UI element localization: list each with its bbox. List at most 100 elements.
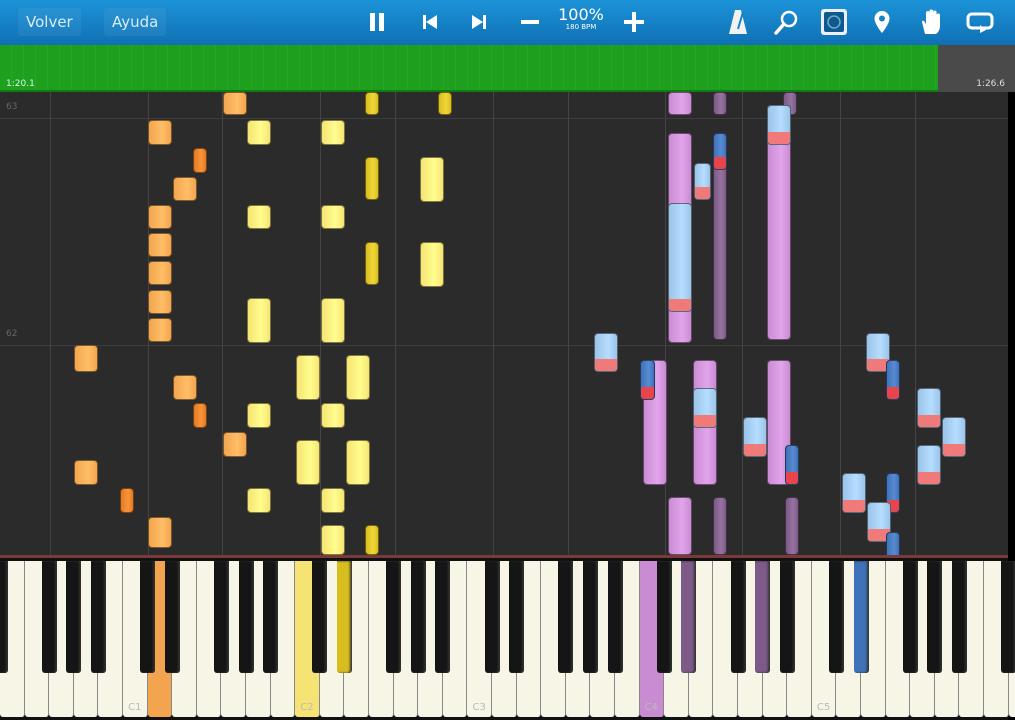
plus-icon[interactable] xyxy=(618,6,650,38)
falling-note xyxy=(173,375,197,400)
skip-forward-icon[interactable] xyxy=(463,6,495,38)
falling-note xyxy=(594,333,618,372)
falling-note xyxy=(247,120,271,145)
black-key-g-sharp5[interactable] xyxy=(927,561,943,673)
falling-note xyxy=(693,388,717,428)
black-key-d-sharp2[interactable] xyxy=(336,561,352,673)
black-key-d-sharp0[interactable] xyxy=(0,561,8,673)
falling-note xyxy=(420,157,444,202)
falling-note xyxy=(296,440,320,485)
end-time: 1:26.6 xyxy=(976,79,1005,89)
falling-note xyxy=(365,525,379,555)
piano-keyboard[interactable]: C1 C2 C3 C4 C5 xyxy=(0,555,1015,720)
falling-note xyxy=(713,133,727,170)
note-tail xyxy=(887,387,899,399)
black-key-a-sharp5[interactable] xyxy=(951,561,967,673)
falling-note xyxy=(193,403,207,428)
black-key-c-sharp6[interactable] xyxy=(1001,561,1015,673)
falling-note xyxy=(148,205,172,229)
black-key-a-sharp1[interactable] xyxy=(263,561,279,673)
black-key-c-sharp1[interactable] xyxy=(140,561,156,673)
falling-note xyxy=(321,403,345,428)
falling-note xyxy=(247,298,271,343)
tempo-bpm: 180 BPM xyxy=(565,23,597,31)
loop-icon[interactable] xyxy=(964,6,996,38)
toolbar: Volver Ayuda 100% 180 BPM xyxy=(0,0,1015,45)
falling-note xyxy=(247,205,271,229)
timeline-scrubber[interactable]: 1:20.1 1:26.6 xyxy=(0,45,1015,92)
measure-number: 62 xyxy=(6,329,18,339)
falling-note xyxy=(148,517,172,548)
hand-select-icon[interactable] xyxy=(818,6,850,38)
falling-note xyxy=(886,360,900,400)
falling-note xyxy=(148,261,172,285)
falling-note xyxy=(247,488,271,513)
black-key-g-sharp0[interactable] xyxy=(66,561,82,673)
speed-display: 100% 180 BPM xyxy=(556,6,606,31)
black-key-f-sharp3[interactable] xyxy=(558,561,574,673)
falling-note xyxy=(247,403,271,428)
grid-line xyxy=(665,92,666,555)
metronome-icon[interactable] xyxy=(722,6,754,38)
grid-line xyxy=(222,92,223,555)
black-key-a-sharp0[interactable] xyxy=(90,561,106,673)
black-key-c-sharp4[interactable] xyxy=(656,561,672,673)
black-key-c-sharp2[interactable] xyxy=(312,561,328,673)
note-tail xyxy=(714,157,726,169)
speed-percent: 100% xyxy=(558,5,604,24)
falling-note xyxy=(173,177,197,201)
falling-note xyxy=(640,360,655,400)
note-tail xyxy=(943,444,965,456)
key-label: C3 xyxy=(472,702,486,713)
black-key-d-sharp1[interactable] xyxy=(164,561,180,673)
falling-note xyxy=(694,163,711,200)
black-key-d-sharp3[interactable] xyxy=(509,561,525,673)
note-tail xyxy=(669,299,691,311)
black-key-g-sharp4[interactable] xyxy=(755,561,771,673)
note-tail xyxy=(744,444,766,456)
note-tail xyxy=(786,472,798,484)
black-key-a-sharp3[interactable] xyxy=(607,561,623,673)
falling-note xyxy=(668,203,692,312)
black-key-f-sharp2[interactable] xyxy=(386,561,402,673)
falling-note xyxy=(74,345,98,372)
falling-note xyxy=(321,205,345,229)
falling-note xyxy=(365,242,379,285)
falling-note xyxy=(321,525,345,555)
skip-back-icon[interactable] xyxy=(414,6,446,38)
black-key-f-sharp0[interactable] xyxy=(41,561,57,673)
black-key-a-sharp2[interactable] xyxy=(435,561,451,673)
help-button[interactable]: Ayuda xyxy=(104,8,167,36)
hand-icon[interactable] xyxy=(915,6,947,38)
black-key-d-sharp4[interactable] xyxy=(681,561,697,673)
black-key-f-sharp1[interactable] xyxy=(213,561,229,673)
minus-icon[interactable] xyxy=(514,6,546,38)
falling-note xyxy=(74,460,98,485)
black-key-a-sharp4[interactable] xyxy=(779,561,795,673)
falling-note xyxy=(148,120,172,145)
falling-note xyxy=(321,120,345,145)
grid-line xyxy=(840,92,841,555)
black-key-g-sharp3[interactable] xyxy=(582,561,598,673)
falling-note xyxy=(321,488,345,513)
pause-icon[interactable] xyxy=(361,6,393,38)
location-pin-icon[interactable] xyxy=(866,6,898,38)
black-key-c-sharp5[interactable] xyxy=(828,561,844,673)
note-tail xyxy=(918,472,940,484)
black-key-g-sharp2[interactable] xyxy=(410,561,426,673)
measure-line xyxy=(0,118,1008,119)
black-key-g-sharp1[interactable] xyxy=(238,561,254,673)
black-key-d-sharp5[interactable] xyxy=(853,561,869,673)
falling-note xyxy=(420,242,444,287)
black-key-c-sharp3[interactable] xyxy=(484,561,500,673)
falling-note xyxy=(917,388,941,428)
falling-note xyxy=(713,497,727,555)
note-tail xyxy=(595,359,617,371)
back-button[interactable]: Volver xyxy=(18,8,81,36)
black-key-f-sharp4[interactable] xyxy=(730,561,746,673)
falling-note xyxy=(296,355,320,400)
magnifier-icon[interactable] xyxy=(770,6,802,38)
grid-line xyxy=(742,92,743,555)
falling-note xyxy=(365,92,379,115)
black-key-f-sharp5[interactable] xyxy=(902,561,918,673)
